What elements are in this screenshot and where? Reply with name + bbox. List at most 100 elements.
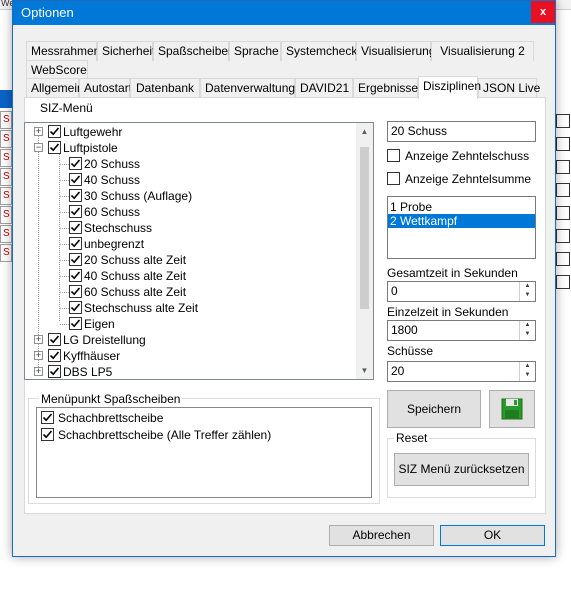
tree-node[interactable]: 40 Schuss: [25, 172, 355, 188]
tree-node-checkbox[interactable]: [69, 173, 82, 186]
scroll-down-arrow-icon[interactable]: ▼: [356, 362, 373, 379]
tab-ergebnisse[interactable]: Ergebnisse: [353, 78, 418, 98]
checkbox-box[interactable]: [387, 149, 400, 162]
single-time-spinner[interactable]: ▲ ▼: [519, 321, 535, 340]
tab-messrahmen[interactable]: Messrahmen: [26, 41, 100, 61]
tab-sprache[interactable]: Sprache: [229, 41, 281, 61]
phase-listbox[interactable]: 1 Probe 2 Wettkampf: [387, 196, 536, 259]
list-item[interactable]: 1 Probe: [388, 200, 535, 214]
scroll-thumb[interactable]: [360, 147, 369, 309]
fun-target-checkbox[interactable]: [41, 428, 54, 441]
spin-up-icon[interactable]: ▲: [520, 321, 535, 330]
tab-david21[interactable]: DAVID21: [295, 78, 353, 98]
siz-menu-legend: SIZ-Menü: [38, 101, 95, 115]
expand-icon[interactable]: +: [34, 335, 43, 344]
spin-up-icon[interactable]: ▲: [520, 282, 535, 291]
checkmark-icon: [49, 143, 60, 152]
tree-node-checkbox[interactable]: [69, 317, 82, 330]
save-icon-button[interactable]: [489, 390, 535, 428]
background-checkbox: [556, 275, 570, 289]
tree-node-checkbox[interactable]: [69, 253, 82, 266]
tree-node-checkbox[interactable]: [69, 157, 82, 170]
expand-icon[interactable]: +: [34, 127, 43, 136]
tab-autostart[interactable]: Autostart: [79, 78, 132, 98]
tab-disziplinen[interactable]: Disziplinen: [418, 76, 481, 99]
expand-icon[interactable]: +: [34, 367, 43, 376]
checkmark-icon: [42, 413, 53, 422]
reset-legend: Reset: [394, 431, 430, 445]
tab-datenverwaltung[interactable]: Datenverwaltung: [200, 78, 295, 98]
tree-node[interactable]: Eigen: [25, 316, 355, 332]
tab-json-live[interactable]: JSON Live: [478, 78, 540, 98]
tree-node-checkbox[interactable]: [48, 125, 61, 138]
fun-targets-list[interactable]: Schachbrettscheibe Schachbrettscheibe (Al…: [36, 407, 372, 498]
tab-spa-scheiben[interactable]: Spaßscheiben: [153, 41, 235, 61]
tree-node-checkbox[interactable]: [69, 189, 82, 202]
spin-down-icon[interactable]: ▼: [520, 330, 535, 339]
tree-node[interactable]: Stechschuss: [25, 220, 355, 236]
tree-node[interactable]: 60 Schuss: [25, 204, 355, 220]
tree-scrollbar[interactable]: ▲ ▼: [356, 123, 373, 379]
tab-datenbank[interactable]: Datenbank: [130, 78, 200, 98]
checkmark-icon: [70, 159, 81, 168]
tree-connector: [60, 244, 69, 245]
tree-node-checkbox[interactable]: [69, 301, 82, 314]
tree-node-checkbox[interactable]: [69, 205, 82, 218]
tree-node-checkbox[interactable]: [69, 285, 82, 298]
tree-node-checkbox[interactable]: [69, 269, 82, 282]
tab-webscore[interactable]: WebScore: [26, 60, 88, 80]
single-time-input[interactable]: 1800 ▲ ▼: [387, 320, 536, 341]
tree-node-checkbox[interactable]: [48, 365, 61, 378]
tree-node[interactable]: 20 Schuss: [25, 156, 355, 172]
tree-node-checkbox[interactable]: [48, 141, 61, 154]
tree-node[interactable]: + Kyffhäuser: [25, 348, 355, 364]
tree-node-checkbox[interactable]: [48, 333, 61, 346]
tree-node-checkbox[interactable]: [69, 237, 82, 250]
scroll-up-arrow-icon[interactable]: ▲: [356, 123, 373, 140]
tree-connector: [60, 260, 69, 261]
checkbox-box[interactable]: [387, 172, 400, 185]
discipline-name-input[interactable]: 20 Schuss: [387, 121, 536, 142]
tree-node-label: Stechschuss: [84, 221, 153, 235]
tab-sicherheit[interactable]: Sicherheit: [97, 41, 155, 61]
tree-node[interactable]: + Luftgewehr: [25, 124, 355, 140]
shots-spinner[interactable]: ▲ ▼: [519, 362, 535, 381]
checkmark-icon: [49, 127, 60, 136]
tree-node[interactable]: + LG Dreistellung: [25, 332, 355, 348]
tree-node[interactable]: 40 Schuss alte Zeit: [25, 268, 355, 284]
list-item-selected[interactable]: 2 Wettkampf: [388, 214, 535, 228]
save-button[interactable]: Speichern: [387, 390, 481, 428]
reset-siz-menu-button[interactable]: SIZ Menü zurücksetzen: [394, 453, 529, 486]
tree-node[interactable]: 60 Schuss alte Zeit: [25, 284, 355, 300]
total-time-input[interactable]: 0 ▲ ▼: [387, 281, 536, 302]
tree-node[interactable]: 30 Schuss (Auflage): [25, 188, 355, 204]
shots-input[interactable]: 20 ▲ ▼: [387, 361, 536, 382]
tree-node[interactable]: 20 Schuss alte Zeit: [25, 252, 355, 268]
tree-node-checkbox[interactable]: [48, 349, 61, 362]
background-checkbox: [556, 114, 570, 128]
tree-connector: [60, 324, 69, 325]
ok-button[interactable]: OK: [440, 525, 545, 546]
spin-up-icon[interactable]: ▲: [520, 362, 535, 371]
tab-systemcheck[interactable]: Systemcheck: [281, 41, 357, 61]
tab-visualisierung-2[interactable]: Visualisierung 2: [431, 41, 534, 61]
siz-menu-tree[interactable]: + Luftgewehr − Luftpistole 20 Schuss 40 Schus…: [24, 122, 374, 380]
tab-allgemein[interactable]: Allgemein: [26, 78, 84, 98]
spin-down-icon[interactable]: ▼: [520, 291, 535, 300]
spin-down-icon[interactable]: ▼: [520, 371, 535, 380]
fun-target-checkbox[interactable]: [41, 411, 54, 424]
tree-node-label: 40 Schuss: [84, 173, 141, 187]
checkmark-icon: [49, 351, 60, 360]
close-button[interactable]: x: [531, 1, 555, 23]
tree-node[interactable]: − Luftpistole: [25, 140, 355, 156]
collapse-icon[interactable]: −: [34, 143, 43, 152]
shots-label: Schüsse: [387, 344, 434, 358]
tab-visualisierung[interactable]: Visualisierung: [356, 41, 436, 61]
tree-node[interactable]: Stechschuss alte Zeit: [25, 300, 355, 316]
cancel-button[interactable]: Abbrechen: [329, 525, 434, 546]
expand-icon[interactable]: +: [34, 351, 43, 360]
tree-node[interactable]: unbegrenzt: [25, 236, 355, 252]
total-time-spinner[interactable]: ▲ ▼: [519, 282, 535, 301]
tree-node-checkbox[interactable]: [69, 221, 82, 234]
tree-node[interactable]: + DBS LP5: [25, 364, 355, 379]
